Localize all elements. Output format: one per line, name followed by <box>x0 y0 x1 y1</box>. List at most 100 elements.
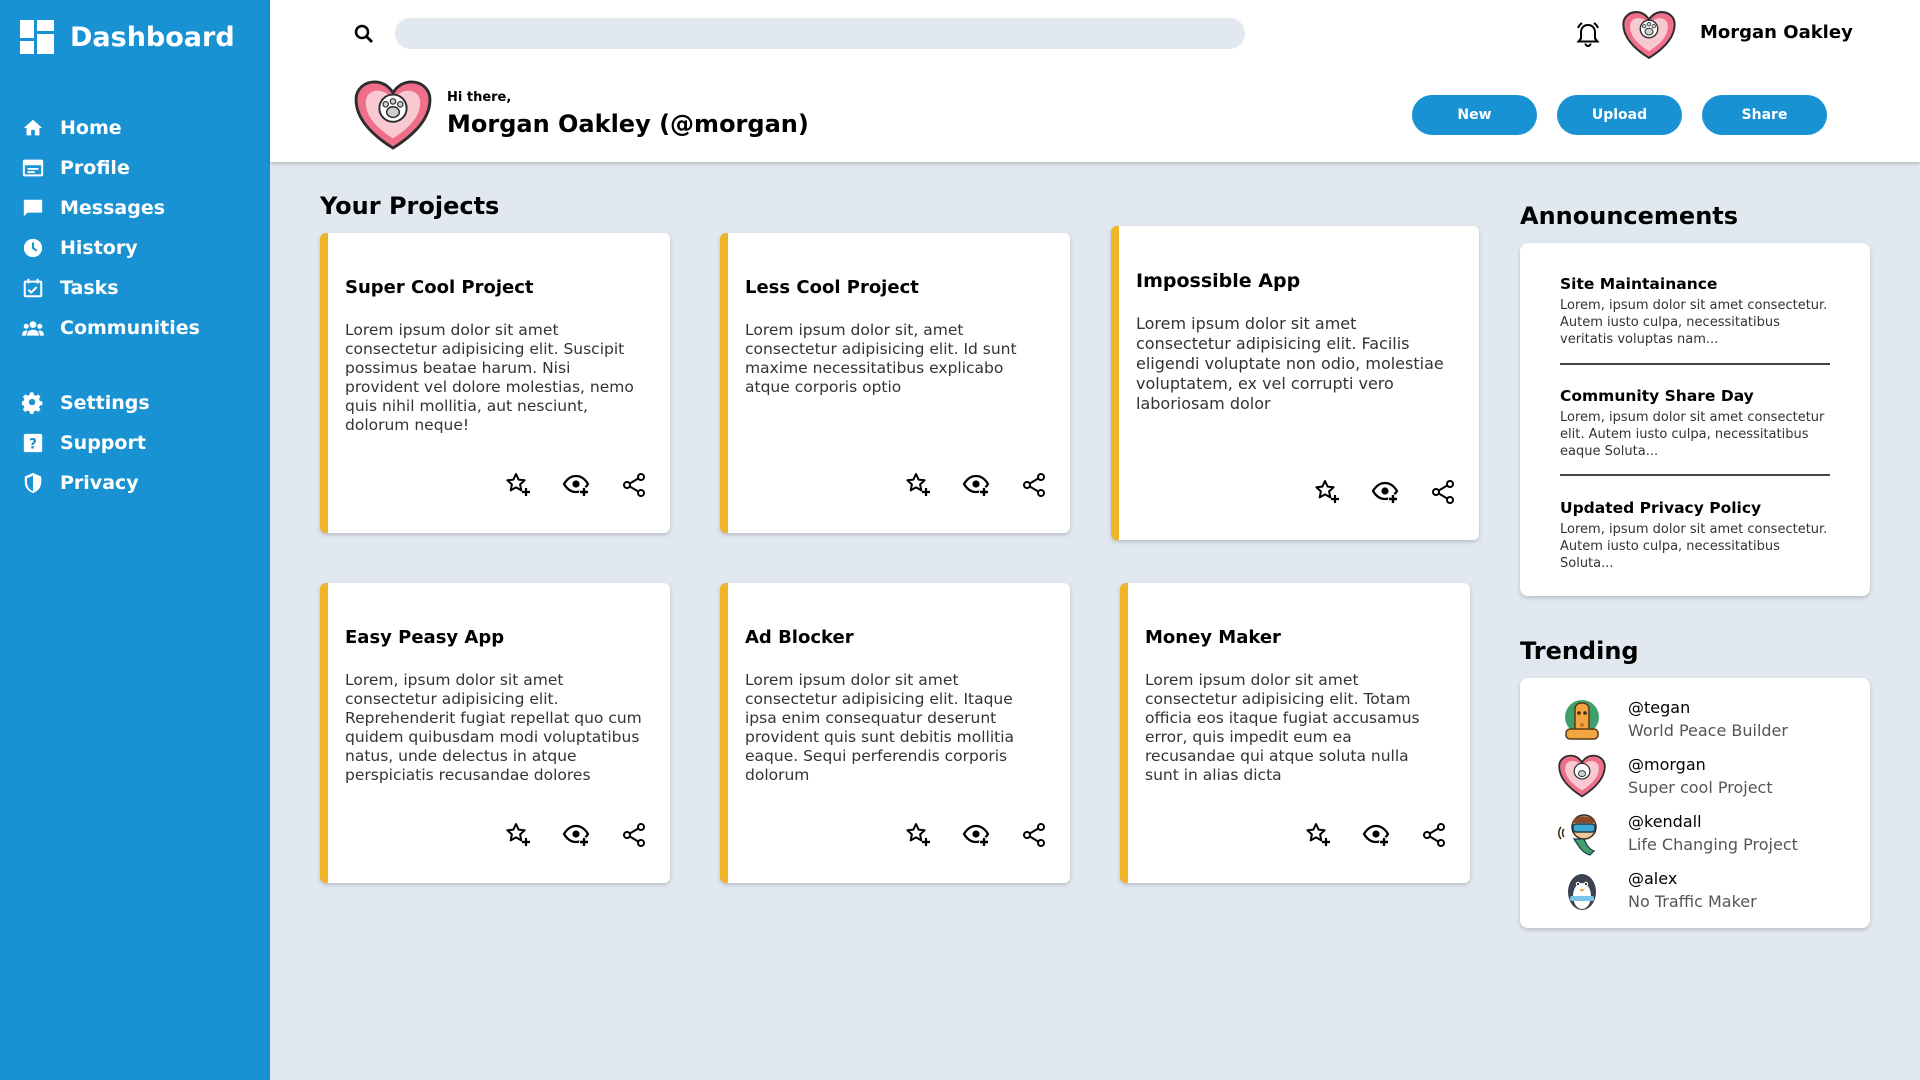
sidebar-item-label: Profile <box>60 157 130 179</box>
sidebar-item-tasks[interactable]: Tasks <box>22 268 262 308</box>
sidebar-item-history[interactable]: History <box>22 228 262 268</box>
dashboard-icon <box>20 20 54 54</box>
sidebar-item-profile[interactable]: Profile <box>22 148 262 188</box>
sidebar: Dashboard Home Profile Messages History <box>0 0 270 1080</box>
favorite-star-icon[interactable] <box>504 821 532 849</box>
sidebar-item-support[interactable]: ? Support <box>22 423 262 463</box>
project-actions <box>904 471 1048 499</box>
trending-item[interactable]: @morgan Super cool Project <box>1558 750 1773 802</box>
project-description: Lorem ipsum dolor sit amet consectetur a… <box>1145 671 1420 784</box>
trending-item[interactable]: @kendall Life Changing Project <box>1558 807 1798 859</box>
top-user-name[interactable]: Morgan Oakley <box>1700 22 1853 43</box>
bell-icon[interactable] <box>1573 20 1603 50</box>
announcement-item[interactable]: Community Share Day Lorem, ipsum dolor s… <box>1560 387 1830 460</box>
privacy-icon <box>22 472 44 494</box>
watch-eye-icon[interactable] <box>562 471 590 499</box>
announcement-item[interactable]: Site Maintainance Lorem, ipsum dolor sit… <box>1560 275 1830 348</box>
favorite-star-icon[interactable] <box>1304 821 1332 849</box>
sidebar-nav: Home Profile Messages History Tasks Comm… <box>22 108 262 503</box>
greeting-label: Hi there, <box>447 90 512 105</box>
giraffe-avatar-icon <box>1565 700 1599 740</box>
watch-eye-icon[interactable] <box>962 471 990 499</box>
sidebar-item-label: Communities <box>60 317 200 339</box>
favorite-star-icon[interactable] <box>504 471 532 499</box>
share-icon[interactable] <box>620 471 648 499</box>
announcement-divider <box>1560 363 1830 365</box>
sidebar-item-messages[interactable]: Messages <box>22 188 262 228</box>
trending-handle: @morgan <box>1628 755 1706 774</box>
favorite-star-icon[interactable] <box>904 471 932 499</box>
announcement-title: Site Maintainance <box>1560 275 1718 293</box>
project-card[interactable]: Super Cool Project Lorem ipsum dolor sit … <box>320 233 670 533</box>
trending-item[interactable]: @alex No Traffic Maker <box>1558 864 1757 916</box>
header: Morgan Oakley Hi there, Morgan Oakley (@… <box>270 0 1920 162</box>
watch-eye-icon[interactable] <box>1371 478 1399 506</box>
home-icon <box>22 117 44 139</box>
vr-mermaid-avatar-icon <box>1558 814 1597 856</box>
user-avatar[interactable] <box>1622 8 1676 62</box>
profile-avatar <box>354 80 432 150</box>
watch-eye-icon[interactable] <box>962 821 990 849</box>
settings-icon <box>22 392 44 414</box>
project-card[interactable]: Money Maker Lorem ipsum dolor sit amet co… <box>1120 583 1470 883</box>
sidebar-item-communities[interactable]: Communities <box>22 308 262 348</box>
share-icon[interactable] <box>1420 821 1448 849</box>
project-card[interactable]: Less Cool Project Lorem ipsum dolor sit, … <box>720 233 1070 533</box>
announcement-text: Lorem, ipsum dolor sit amet consectetur.… <box>1560 522 1828 571</box>
project-title: Less Cool Project <box>745 277 919 298</box>
trending-title: Trending <box>1520 637 1639 665</box>
trending-project: No Traffic Maker <box>1628 892 1757 911</box>
announcement-title: Community Share Day <box>1560 387 1754 405</box>
sidebar-item-label: Support <box>60 432 146 454</box>
upload-button[interactable]: Upload <box>1557 95 1682 135</box>
share-icon[interactable] <box>1429 478 1457 506</box>
sidebar-item-label: Tasks <box>60 277 119 299</box>
projects-title: Your Projects <box>320 192 500 220</box>
sidebar-item-label: Home <box>60 117 122 139</box>
watch-eye-icon[interactable] <box>562 821 590 849</box>
project-description: Lorem, ipsum dolor sit amet consectetur … <box>345 671 642 784</box>
sidebar-item-privacy[interactable]: Privacy <box>22 463 262 503</box>
support-icon: ? <box>22 432 44 454</box>
sidebar-item-home[interactable]: Home <box>22 108 262 148</box>
project-actions <box>504 821 648 849</box>
project-actions <box>904 821 1048 849</box>
announcement-text: Lorem, ipsum dolor sit amet consectetur.… <box>1560 298 1828 347</box>
brand-title: Dashboard <box>70 21 235 53</box>
project-description: Lorem ipsum dolor sit, amet consectetur … <box>745 321 1017 396</box>
project-actions <box>1304 821 1448 849</box>
messages-icon <box>22 197 44 219</box>
announcement-item[interactable]: Updated Privacy Policy Lorem, ipsum dolo… <box>1560 499 1830 572</box>
svg-text:?: ? <box>29 437 37 453</box>
tasks-icon <box>22 277 44 299</box>
sidebar-item-label: History <box>60 237 138 259</box>
brand[interactable]: Dashboard <box>20 20 235 54</box>
search-input[interactable] <box>395 18 1245 49</box>
trending-project: Life Changing Project <box>1628 835 1798 854</box>
project-title: Super Cool Project <box>345 277 534 298</box>
project-title: Impossible App <box>1136 270 1301 292</box>
greeting-user-name: Morgan Oakley (@morgan) <box>447 110 809 138</box>
sidebar-item-label: Privacy <box>60 472 139 494</box>
sidebar-item-settings[interactable]: Settings <box>22 383 262 423</box>
share-icon[interactable] <box>1020 821 1048 849</box>
trending-item[interactable]: @tegan World Peace Builder <box>1558 693 1788 745</box>
project-description: Lorem ipsum dolor sit amet consectetur a… <box>345 321 634 434</box>
project-card[interactable]: Impossible App Lorem ipsum dolor sit amet… <box>1111 226 1479 540</box>
watch-eye-icon[interactable] <box>1362 821 1390 849</box>
trending-project: Super cool Project <box>1628 778 1773 797</box>
project-card[interactable]: Ad Blocker Lorem ipsum dolor sit amet con… <box>720 583 1070 883</box>
profile-icon <box>22 157 44 179</box>
project-description: Lorem ipsum dolor sit amet consectetur a… <box>1136 314 1444 413</box>
share-button[interactable]: Share <box>1702 95 1827 135</box>
share-icon[interactable] <box>620 821 648 849</box>
trending-project: World Peace Builder <box>1628 721 1788 740</box>
favorite-star-icon[interactable] <box>1313 478 1341 506</box>
share-icon[interactable] <box>1020 471 1048 499</box>
project-actions <box>504 471 648 499</box>
search-icon[interactable] <box>352 22 376 46</box>
new-button[interactable]: New <box>1412 95 1537 135</box>
project-card[interactable]: Easy Peasy App Lorem, ipsum dolor sit ame… <box>320 583 670 883</box>
favorite-star-icon[interactable] <box>904 821 932 849</box>
